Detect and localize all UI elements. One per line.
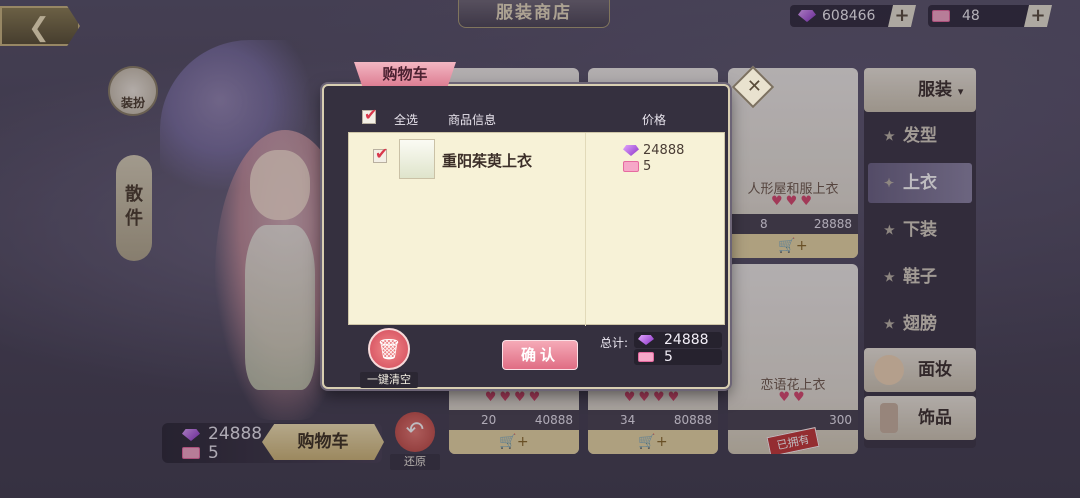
dialog-title: 购物车 — [354, 62, 456, 86]
trash-icon: 🗑 — [368, 328, 410, 370]
item-thumbnail — [399, 139, 435, 179]
column-header-price: 价格 — [642, 113, 667, 127]
confirm-button[interactable]: 确认 — [502, 340, 578, 370]
select-all-label: 全选 — [394, 113, 419, 127]
item-gem-value: 24888 — [643, 143, 685, 158]
clear-cart-label: 一键清空 — [360, 372, 418, 388]
gem-icon — [623, 145, 639, 156]
ticket-icon — [623, 161, 639, 172]
total-gem-value: 24888 — [664, 332, 709, 348]
item-gem-price: 24888 — [623, 143, 684, 158]
total-ticket-value: 5 — [664, 349, 673, 365]
column-header-info: 商品信息 — [448, 113, 497, 127]
ticket-icon — [638, 352, 654, 362]
clear-cart-button[interactable]: 🗑 一键清空 — [360, 328, 418, 388]
item-ticket-value: 5 — [643, 159, 652, 174]
item-ticket-price: 5 — [623, 159, 651, 174]
select-all-checkbox[interactable] — [362, 105, 377, 124]
item-name: 重阳茱萸上衣 — [442, 152, 533, 170]
total-tickets: 5 — [634, 349, 722, 365]
total-gems: 24888 — [634, 332, 722, 348]
column-divider — [585, 133, 586, 326]
item-checkbox[interactable] — [373, 144, 388, 163]
gem-icon — [638, 335, 654, 345]
close-icon: ✕ — [746, 75, 762, 97]
cart-table-header: 全选 商品信息 价格 — [350, 105, 722, 130]
cart-item-list: 重阳茱萸上衣 24888 5 — [348, 132, 725, 326]
total-label: 总计: — [600, 336, 629, 350]
